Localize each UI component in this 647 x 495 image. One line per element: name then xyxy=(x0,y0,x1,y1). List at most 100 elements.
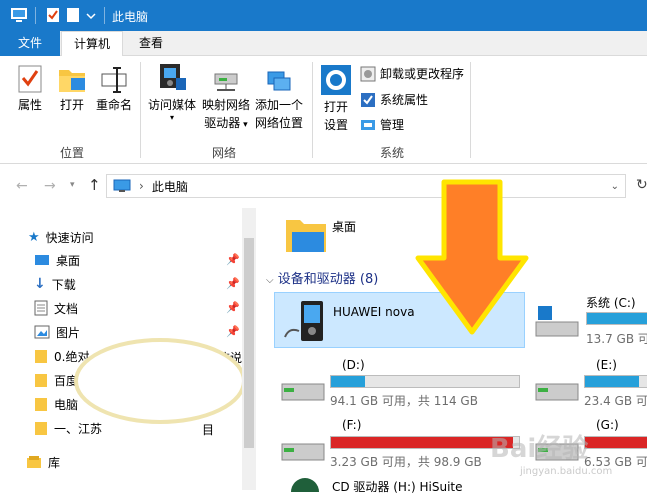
checkmark-icon xyxy=(361,93,375,107)
uninstall-icon xyxy=(360,66,376,82)
computer-icon xyxy=(11,8,27,22)
drive-d[interactable] xyxy=(280,374,326,407)
drive-f-usage-fill xyxy=(331,437,514,448)
drive-c-usage-fill xyxy=(587,313,647,324)
desktop-icon xyxy=(35,255,49,265)
folder-open-icon xyxy=(59,70,85,92)
devices-section-header[interactable]: ⌵ 设备和驱动器 (8) xyxy=(266,268,378,287)
uninstall-button[interactable]: 卸载或更改程序 xyxy=(360,64,464,84)
folder-icon xyxy=(35,350,47,363)
windows-drive-icon xyxy=(535,306,579,337)
drive-f-free: 3.23 GB 可用，共 98.9 GB xyxy=(330,455,482,469)
ribbon-separator xyxy=(312,62,313,158)
media-icon xyxy=(160,64,186,90)
nav-desktop[interactable]: 桌面 xyxy=(34,249,80,271)
hard-drive-icon xyxy=(281,443,325,461)
add-network-location-button[interactable]: 添加一个 网络位置 xyxy=(252,70,306,132)
highlight-ellipse xyxy=(74,338,246,424)
window-title: 此电脑 xyxy=(112,10,149,24)
nav-scrollbar[interactable] xyxy=(242,208,256,490)
drive-e-usage-bar xyxy=(584,375,647,388)
highlight-arrow xyxy=(415,179,529,335)
navigation-pane: ★ 快速访问 桌面 📌 ↓ 下载 📌 文档 📌 图片 📌 0.绝对 信说 百度 … xyxy=(0,208,258,490)
drive-h-label: CD 驱动器 (H:) HiSuite xyxy=(332,480,463,494)
ribbon-separator xyxy=(140,62,141,158)
access-media-button[interactable]: 访问媒体 ▾ xyxy=(146,62,198,122)
back-arrow-icon[interactable]: ← xyxy=(16,178,28,194)
folder-icon xyxy=(35,374,47,387)
drive-e-usage-fill xyxy=(585,376,640,387)
drive-c-free: 13.7 GB 可 xyxy=(586,332,647,346)
drive-c[interactable] xyxy=(534,304,580,343)
picture-icon xyxy=(34,325,50,339)
rename-icon xyxy=(101,67,127,93)
nav-quick-access[interactable]: ★ 快速访问 xyxy=(28,226,94,248)
drive-e[interactable] xyxy=(534,374,580,407)
drive-c-usage-bar xyxy=(586,312,647,325)
pin-icon[interactable]: 📌 xyxy=(226,301,240,314)
star-icon: ★ xyxy=(28,229,40,245)
nav-downloads[interactable]: ↓ 下载 xyxy=(34,273,76,295)
nav-library[interactable]: 库 xyxy=(26,451,60,473)
chevron-down-icon: ▾ xyxy=(240,120,248,130)
drive-d-usage-bar xyxy=(330,375,520,388)
ribbon-tabs: 文件 计算机 查看 xyxy=(0,31,647,57)
drive-d-usage-fill xyxy=(331,376,365,387)
chevron-down-icon: ⌵ xyxy=(266,275,274,286)
forward-arrow-icon[interactable]: → xyxy=(44,178,56,194)
drive-e-free: 23.4 GB 可 xyxy=(584,394,647,408)
drive-e-label: (E:) xyxy=(596,358,617,372)
rename-button[interactable]: 重命名 xyxy=(94,64,134,114)
properties-button[interactable]: 属性 xyxy=(12,64,48,114)
address-bar[interactable]: › 此电脑 ⌄ xyxy=(106,174,626,198)
drive-g-usage-bar xyxy=(584,436,647,449)
new-folder-quick-icon[interactable] xyxy=(66,7,80,23)
breadcrumb-separator-icon: › xyxy=(139,179,144,193)
pin-icon[interactable]: 📌 xyxy=(226,277,240,290)
drive-f[interactable] xyxy=(280,434,326,467)
drive-f-label: (F:) xyxy=(342,418,362,432)
map-drive-button[interactable]: 映射网络 驱动器 ▾ xyxy=(200,70,252,134)
nav-documents[interactable]: 文档 xyxy=(34,297,78,319)
manage-button[interactable]: 管理 xyxy=(360,115,404,135)
drive-g-usage-fill xyxy=(585,437,647,448)
group-label-system: 系统 xyxy=(380,146,405,160)
content-pane: 桌面 ⌵ 设备和驱动器 (8) HUAWEI nova 系统 (C:) 13.7… xyxy=(262,179,647,495)
open-button[interactable]: 打开 xyxy=(54,64,90,114)
desktop-folder-icon xyxy=(286,220,326,252)
tab-view[interactable]: 查看 xyxy=(124,31,178,56)
document-icon xyxy=(34,300,48,316)
library-icon xyxy=(27,456,41,468)
manage-icon xyxy=(361,120,375,130)
desktop-folder[interactable] xyxy=(284,214,328,257)
desktop-folder-label: 桌面 xyxy=(332,220,357,234)
breadcrumb[interactable]: 此电脑 xyxy=(152,178,188,195)
group-label-location: 位置 xyxy=(60,146,85,160)
drive-g-label: (G:) xyxy=(596,418,619,432)
address-dropdown-icon[interactable]: ⌄ xyxy=(611,181,619,192)
gear-icon xyxy=(321,65,351,95)
scrollbar-thumb[interactable] xyxy=(244,238,254,448)
pin-icon[interactable]: 📌 xyxy=(226,253,240,266)
up-arrow-icon[interactable]: ↑ xyxy=(88,176,101,194)
tab-file[interactable]: 文件 xyxy=(0,31,60,56)
chevron-down-icon[interactable] xyxy=(86,12,96,20)
folder-icon xyxy=(35,398,47,411)
tab-computer[interactable]: 计算机 xyxy=(61,31,123,57)
drive-c-label: 系统 (C:) xyxy=(586,296,636,310)
system-properties-button[interactable]: 系统属性 xyxy=(360,90,428,110)
watermark-url: jingyan.baidu.com xyxy=(520,466,613,477)
drive-d-free: 94.1 GB 可用，共 114 GB xyxy=(330,394,478,408)
drive-h[interactable] xyxy=(282,478,328,495)
open-settings-button[interactable]: 打开 设置 xyxy=(318,64,354,134)
properties-quick-icon[interactable] xyxy=(46,7,60,23)
hard-drive-icon xyxy=(281,383,325,401)
title-bar: 此电脑 xyxy=(0,0,647,31)
network-drive-icon xyxy=(214,73,238,91)
recent-chevron-icon[interactable]: ▾ xyxy=(70,180,75,190)
watermark: Bai经验 xyxy=(490,434,589,464)
drive-d-label: (D:) xyxy=(342,358,365,372)
ribbon-separator xyxy=(470,62,471,158)
refresh-icon[interactable]: ↻ xyxy=(636,177,647,193)
media-player-icon xyxy=(284,301,323,341)
